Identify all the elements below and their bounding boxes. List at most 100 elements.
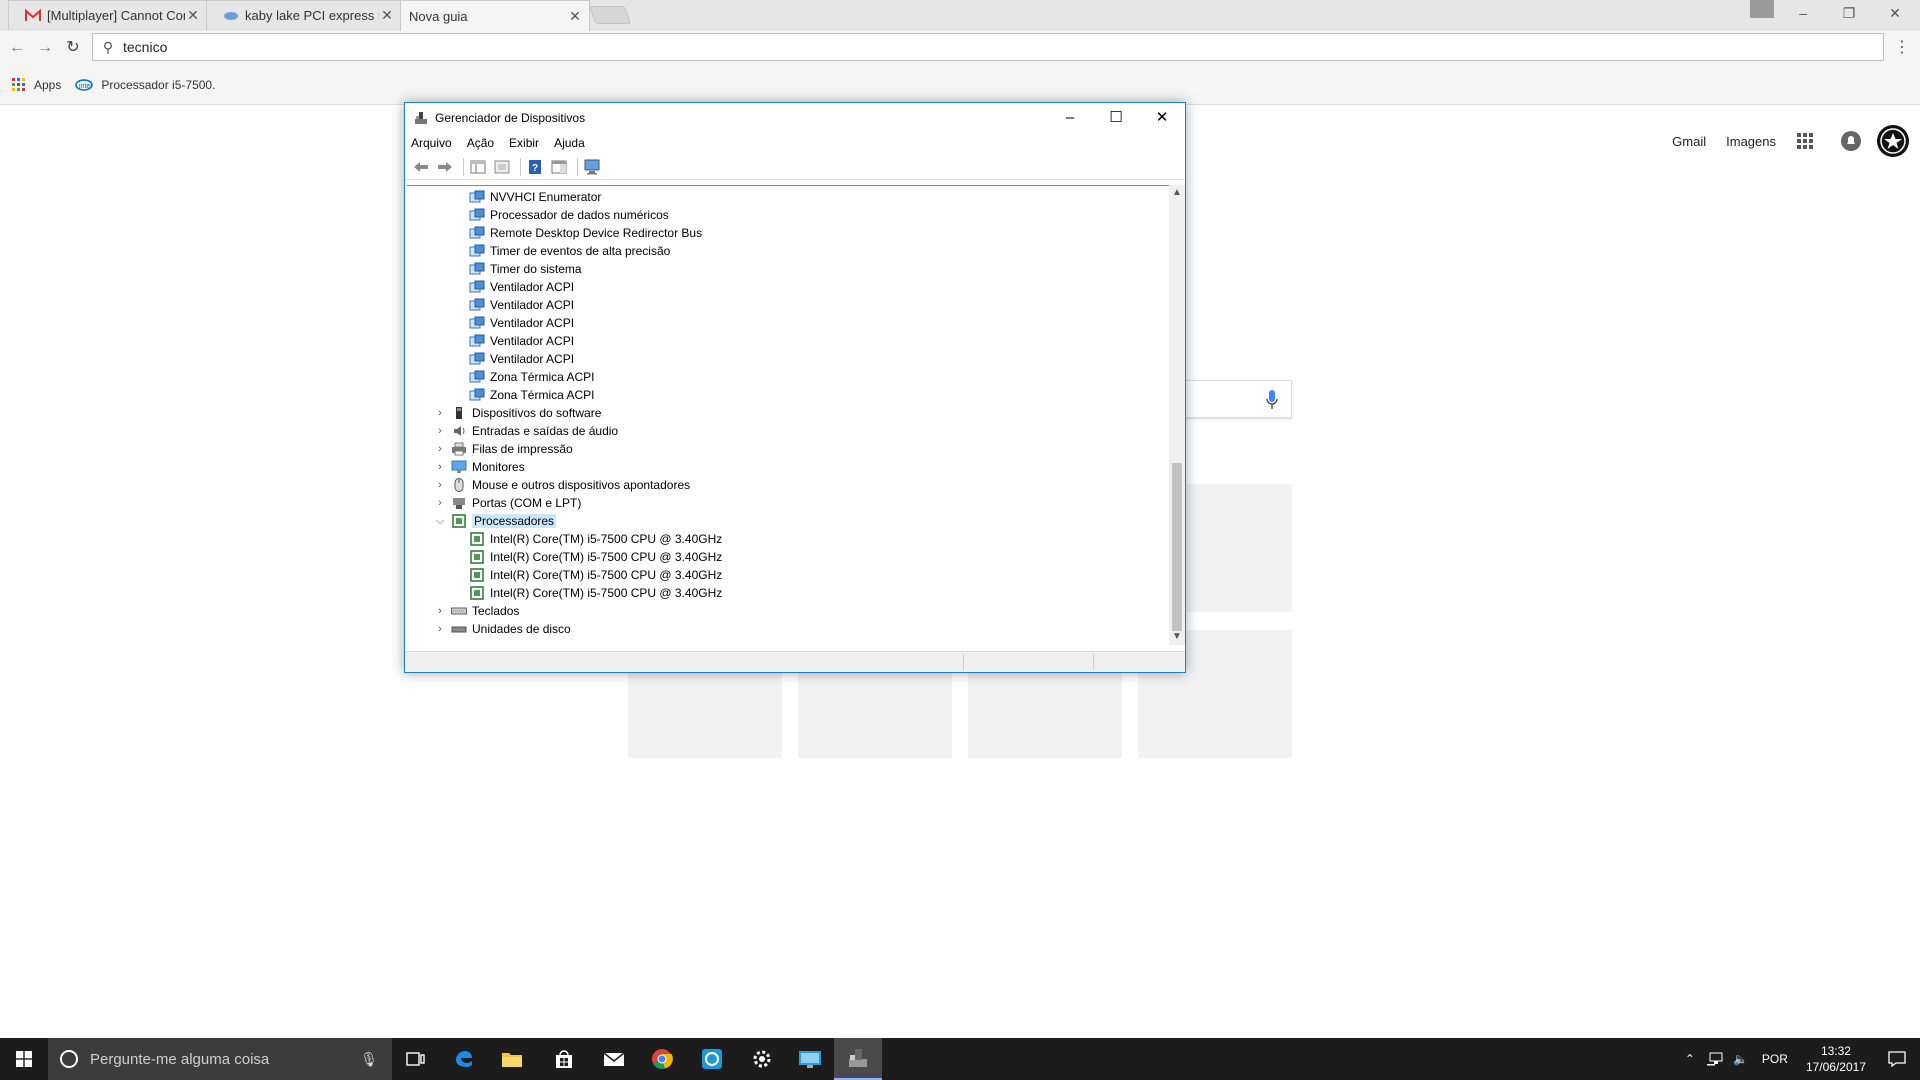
google-apps-icon[interactable] — [1796, 132, 1814, 150]
tree-scrollbar[interactable]: ▲ ▼ — [1169, 185, 1185, 645]
scrollbar-thumb[interactable] — [1172, 463, 1182, 631]
microphone-icon[interactable]: 🎙 — [360, 1051, 378, 1068]
bookmark-processador[interactable]: intel Processador i5-7500. — [75, 78, 215, 92]
reload-icon[interactable]: ↻ — [62, 37, 84, 59]
tree-item-label: NVVHCI Enumerator — [490, 190, 602, 204]
forward-icon[interactable]: → — [34, 37, 56, 59]
profile-icon[interactable] — [1750, 0, 1774, 18]
chevron-right-icon[interactable]: › — [433, 425, 447, 437]
address-input[interactable] — [123, 39, 1883, 55]
tree-item[interactable]: › Mouse e outros dispositivos apontadores — [433, 476, 690, 494]
tree-item[interactable]: Zona Térmica ACPI — [469, 368, 594, 386]
settings-icon[interactable] — [738, 1038, 786, 1080]
images-link[interactable]: Imagens — [1726, 134, 1776, 149]
mail-icon[interactable] — [590, 1038, 638, 1080]
chevron-down-icon[interactable]: ⌵ — [433, 515, 447, 528]
back-arrow-icon[interactable] — [411, 158, 431, 176]
help-icon[interactable]: ? — [525, 158, 545, 176]
tree-item[interactable]: Ventilador ACPI — [469, 350, 574, 368]
tree-item[interactable]: Intel(R) Core(TM) i5-7500 CPU @ 3.40GHz — [469, 530, 722, 548]
tree-item[interactable]: › Entradas e saídas de áudio — [433, 422, 618, 440]
chevron-right-icon[interactable]: › — [433, 407, 447, 419]
tree-item[interactable]: › Portas (COM e LPT) — [433, 494, 581, 512]
uplay-icon[interactable] — [688, 1038, 736, 1080]
tree-item[interactable]: Zona Térmica ACPI — [469, 386, 594, 404]
scroll-up-arrow-icon[interactable]: ▲ — [1169, 185, 1185, 201]
chevron-up-icon[interactable]: ⌃ — [1685, 1052, 1695, 1066]
menu-exibir[interactable]: Exibir — [509, 136, 539, 150]
network-icon[interactable] — [1706, 1052, 1725, 1066]
volume-icon[interactable]: 🔈 — [1733, 1052, 1748, 1066]
tree-item[interactable]: NVVHCI Enumerator — [469, 188, 601, 206]
scan-hardware-icon[interactable] — [582, 158, 602, 176]
tree-item[interactable]: › Unidades de disco — [433, 620, 571, 638]
tree-item[interactable]: Timer de eventos de alta precisão — [469, 242, 670, 260]
window-titlebar[interactable]: Gerenciador de Dispositivos – ☐ ✕ — [405, 103, 1185, 133]
close-tab-icon[interactable]: ✕ — [185, 7, 201, 24]
edge-icon[interactable] — [440, 1038, 488, 1080]
chevron-right-icon[interactable]: › — [433, 479, 447, 491]
address-bar[interactable]: ⚲ — [92, 33, 1884, 61]
language-indicator[interactable]: POR — [1762, 1052, 1788, 1066]
chevron-right-icon[interactable]: › — [433, 461, 447, 473]
action-center-icon[interactable] — [1888, 1051, 1906, 1067]
action-pane-icon[interactable] — [549, 158, 569, 176]
forward-arrow-icon[interactable] — [435, 158, 455, 176]
scroll-down-arrow-icon[interactable]: ▼ — [1169, 629, 1185, 645]
account-avatar-icon[interactable] — [1876, 124, 1910, 158]
minimize-button[interactable]: – — [1047, 103, 1093, 133]
notifications-icon[interactable] — [1840, 130, 1862, 152]
tree-item-label: Timer do sistema — [490, 262, 582, 276]
back-icon[interactable]: ← — [6, 37, 28, 59]
tree-item[interactable]: › Monitores — [433, 458, 525, 476]
tree-item[interactable]: Timer do sistema — [469, 260, 582, 278]
chrome-menu-icon[interactable]: ⋮ — [1892, 37, 1912, 59]
tree-item[interactable]: Intel(R) Core(TM) i5-7500 CPU @ 3.40GHz — [469, 584, 722, 602]
close-tab-icon[interactable]: ✕ — [379, 7, 395, 24]
chrome-icon[interactable] — [638, 1038, 686, 1080]
minimize-button[interactable]: – — [1780, 0, 1826, 26]
restore-button[interactable]: ❐ — [1826, 0, 1872, 26]
close-button[interactable]: ✕ — [1139, 103, 1185, 133]
tree-item[interactable]: Intel(R) Core(TM) i5-7500 CPU @ 3.40GHz — [469, 548, 722, 566]
tree-item[interactable]: › Filas de impressão — [433, 440, 573, 458]
cortana-search-box[interactable]: Pergunte-me alguma coisa 🎙 — [48, 1038, 392, 1080]
tree-item[interactable]: Remote Desktop Device Redirector Bus — [469, 224, 702, 242]
device-tree[interactable]: NVVHCI Enumerator Processador de dados nu… — [407, 185, 1169, 645]
menu-arquivo[interactable]: Arquivo — [411, 136, 452, 150]
start-button[interactable] — [0, 1038, 48, 1080]
show-hide-console-tree-icon[interactable] — [468, 158, 488, 176]
tree-item[interactable]: › Teclados — [433, 602, 519, 620]
chevron-right-icon[interactable]: › — [433, 623, 447, 635]
voice-search-icon[interactable] — [1265, 389, 1279, 411]
maximize-button[interactable]: ☐ — [1093, 103, 1139, 133]
chevron-right-icon[interactable]: › — [433, 605, 447, 617]
properties-icon[interactable] — [492, 158, 512, 176]
device-manager-taskbar-icon[interactable] — [834, 1038, 882, 1080]
remote-desktop-icon[interactable] — [786, 1038, 834, 1080]
store-icon[interactable] — [540, 1038, 588, 1080]
chevron-right-icon[interactable]: › — [433, 443, 447, 455]
tab-gmail[interactable]: [Multiplayer] Cannot Con ✕ — [8, 0, 208, 30]
clock[interactable]: 13:32 17/06/2017 — [1806, 1043, 1866, 1075]
tree-item[interactable]: ⌵ Processadores — [433, 512, 557, 530]
tree-item[interactable]: Ventilador ACPI — [469, 278, 574, 296]
menu-ajuda[interactable]: Ajuda — [554, 136, 585, 150]
close-tab-icon[interactable]: ✕ — [567, 8, 583, 25]
tree-item[interactable]: Ventilador ACPI — [469, 314, 574, 332]
tree-item[interactable]: Intel(R) Core(TM) i5-7500 CPU @ 3.40GHz — [469, 566, 722, 584]
file-explorer-icon[interactable] — [488, 1038, 536, 1080]
new-tab-button[interactable] — [588, 6, 632, 24]
task-view-icon[interactable] — [392, 1038, 440, 1080]
tree-item[interactable]: Ventilador ACPI — [469, 332, 574, 350]
tab-kaby-lake[interactable]: kaby lake PCI express roo ✕ — [206, 0, 402, 30]
bookmark-apps[interactable]: Apps — [12, 77, 61, 92]
menu-acao[interactable]: Ação — [467, 136, 494, 150]
tree-item[interactable]: Processador de dados numéricos — [469, 206, 669, 224]
gmail-link[interactable]: Gmail — [1672, 134, 1706, 149]
tree-item[interactable]: › Dispositivos do software — [433, 404, 601, 422]
tab-nova-guia[interactable]: Nova guia ✕ — [400, 0, 590, 31]
tree-item[interactable]: Ventilador ACPI — [469, 296, 574, 314]
chevron-right-icon[interactable]: › — [433, 497, 447, 509]
close-button[interactable]: ✕ — [1872, 0, 1918, 26]
